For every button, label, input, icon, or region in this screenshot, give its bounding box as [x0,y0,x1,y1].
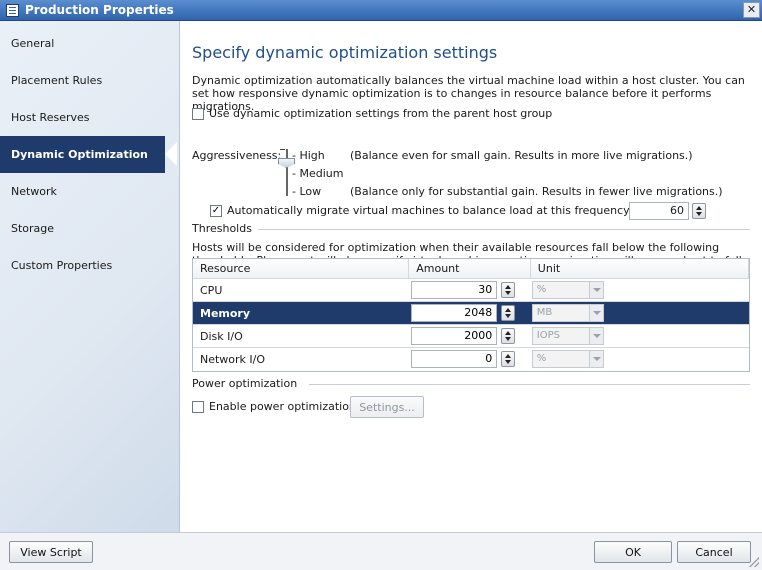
unit-select-memory: MB [531,304,604,322]
thresholds-heading: Thresholds [192,222,252,235]
migration-frequency-input[interactable]: 60 [629,202,689,220]
sidebar-item-general[interactable]: General [0,25,179,62]
unit-select-disk-io: IOPS [531,327,604,345]
use-parent-settings-row[interactable]: Use dynamic optimization settings from t… [192,107,552,120]
sidebar-item-dynamic-optimization[interactable]: Dynamic Optimization [0,136,177,173]
enable-power-optimization-label: Enable power optimization [209,400,356,413]
unit-value: IOPS [536,330,560,341]
aggressiveness-level-high: - High [292,149,325,162]
chevron-down-icon [588,328,603,344]
aggressiveness-high-note: (Balance even for small gain. Results in… [350,149,693,162]
sidebar-item-label: General [11,37,55,50]
resource-name: CPU [200,283,223,297]
sidebar-item-label: Dynamic Optimization [11,148,148,161]
window-titlebar: Production Properties ✕ [0,0,762,21]
unit-value: MB [536,307,553,318]
table-row-disk-io[interactable]: Disk I/O 2000 IOPS [193,325,749,348]
table-row-cpu[interactable]: CPU 30 % [193,279,749,302]
thresholds-divider [258,229,750,230]
power-optimization-divider [309,384,750,385]
amount-spinner-cpu[interactable] [501,282,516,298]
chevron-down-icon [588,351,603,367]
aggressiveness-level-low: - Low [292,185,322,198]
properties-window-icon [6,3,19,17]
migration-frequency-spinner[interactable] [692,203,706,219]
column-header-amount[interactable]: Amount [409,259,531,278]
use-parent-settings-checkbox[interactable] [192,107,204,120]
sidebar-item-network[interactable]: Network [0,173,179,210]
auto-migrate-label: Automatically migrate virtual machines t… [227,204,690,217]
table-row-network-io[interactable]: Network I/O 0 % [193,348,749,371]
aggressiveness-level-medium: - Medium [292,167,344,180]
enable-power-optimization-checkbox[interactable] [192,400,204,413]
auto-migrate-checkbox[interactable]: ✓ [210,204,222,217]
page-title: Specify dynamic optimization settings [192,43,498,62]
amount-spinner-disk-io[interactable] [501,328,516,344]
table-header-row: Resource Amount Unit [193,259,749,279]
aggressiveness-slider-track[interactable] [286,149,288,196]
view-script-button[interactable]: View Script [9,541,93,563]
main-panel: Specify dynamic optimization settings Dy… [182,21,762,532]
auto-migrate-row[interactable]: ✓ Automatically migrate virtual machines… [210,204,690,217]
enable-power-optimization-row[interactable]: Enable power optimization [192,400,356,413]
sidebar: General Placement Rules Host Reserves Dy… [0,21,180,532]
resource-name: Disk I/O [200,329,243,343]
sidebar-item-custom-properties[interactable]: Custom Properties [0,247,179,284]
slider-tick [280,149,285,150]
sidebar-item-storage[interactable]: Storage [0,210,179,247]
amount-spinner-memory[interactable] [501,305,516,321]
thresholds-table: Resource Amount Unit CPU 30 % Memory 204… [192,258,750,372]
table-row-memory[interactable]: Memory 2048 MB [193,302,749,325]
amount-spinner-network-io[interactable] [501,351,516,367]
power-settings-button[interactable]: Settings... [350,396,424,418]
unit-value: % [536,353,547,364]
window-title: Production Properties [25,3,174,17]
chevron-down-icon [588,282,603,298]
ok-button[interactable]: OK [594,541,672,563]
sidebar-item-label: Network [11,185,57,198]
dialog-footer: View Script OK Cancel [0,532,762,570]
unit-select-network-io: % [531,350,604,368]
amount-input-cpu[interactable]: 30 [411,281,498,299]
chevron-down-icon [588,305,603,321]
column-header-unit[interactable]: Unit [531,259,749,278]
resize-grip-icon[interactable] [749,557,759,567]
amount-input-network-io[interactable]: 0 [411,350,498,368]
sidebar-item-label: Custom Properties [11,259,113,272]
sidebar-item-placement-rules[interactable]: Placement Rules [0,62,179,99]
unit-value: % [536,284,547,295]
close-button[interactable]: ✕ [743,2,760,18]
amount-input-memory[interactable]: 2048 [411,304,498,322]
power-optimization-heading: Power optimization [192,377,298,390]
cancel-button[interactable]: Cancel [677,541,751,563]
unit-select-cpu: % [531,281,604,299]
resource-name: Network I/O [200,353,266,366]
aggressiveness-low-note: (Balance only for substantial gain. Resu… [350,185,723,198]
use-parent-settings-label: Use dynamic optimization settings from t… [209,107,553,120]
sidebar-item-host-reserves[interactable]: Host Reserves [0,99,179,136]
aggressiveness-label: Aggressiveness: [192,149,282,162]
resource-name: Memory [200,306,251,320]
sidebar-item-label: Storage [11,222,55,235]
sidebar-item-label: Host Reserves [11,111,90,124]
amount-input-disk-io[interactable]: 2000 [411,327,498,345]
column-header-resource[interactable]: Resource [193,259,410,278]
sidebar-item-label: Placement Rules [11,74,103,87]
